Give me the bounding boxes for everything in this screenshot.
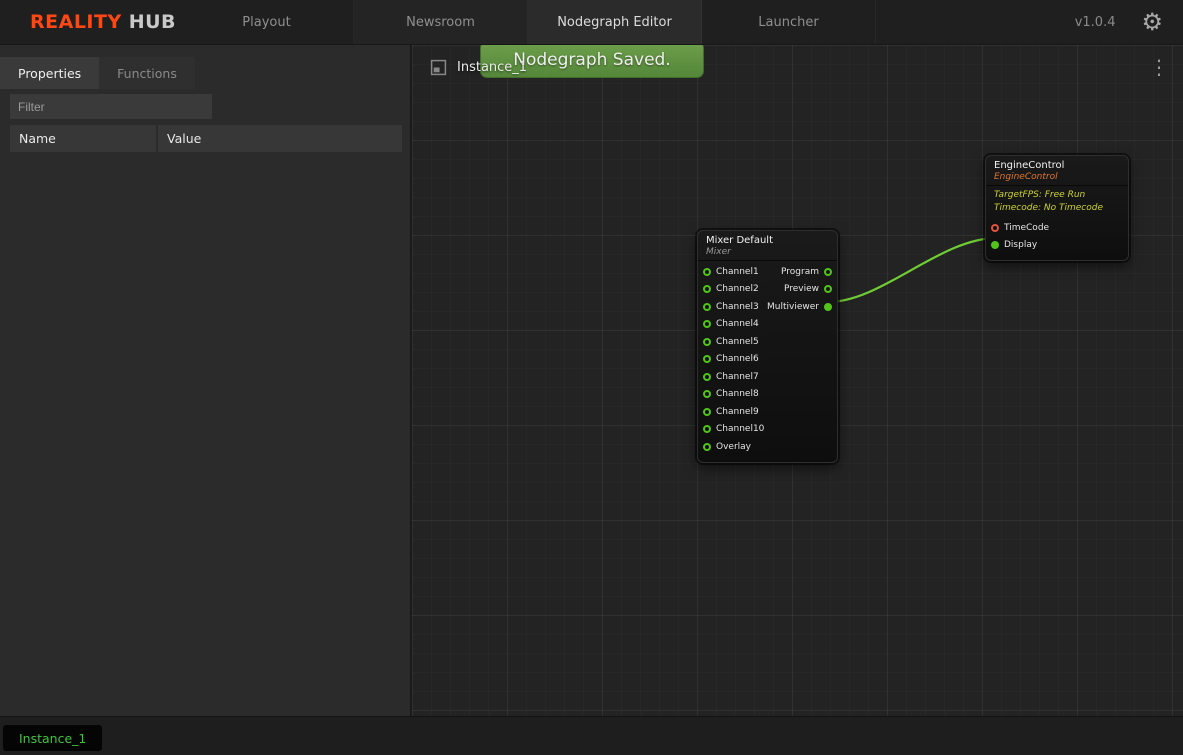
output-pin-preview[interactable] [824, 285, 832, 294]
tab-nodegraph-editor[interactable]: Nodegraph Editor [528, 0, 702, 44]
node-header[interactable]: EngineControl EngineControl [986, 156, 1128, 186]
sidebar-tabs: Properties Functions [0, 45, 410, 89]
node-info: TargetFPS: Free Run Timecode: No Timecod… [986, 186, 1128, 217]
canvas-header: Instance_1 [430, 59, 527, 76]
pin-label: Channel6 [716, 354, 759, 365]
topbar: REALITY HUB Playout Newsroom Nodegraph E… [0, 0, 1183, 45]
tab-properties[interactable]: Properties [0, 57, 100, 89]
pin-label: TimeCode [1004, 222, 1050, 233]
wire-multiviewer-to-display[interactable] [827, 236, 998, 304]
main-nav: Playout Newsroom Nodegraph Editor Launch… [180, 0, 876, 44]
pin-label: Program [781, 266, 819, 277]
input-pin-channel9[interactable] [703, 407, 711, 416]
mixer-outputs: Program Preview Multiviewer [698, 263, 837, 316]
column-header-name[interactable]: Name [10, 125, 156, 152]
tab-functions[interactable]: Functions [99, 57, 195, 89]
tab-playout[interactable]: Playout [180, 0, 354, 44]
pin-label: Display [1004, 240, 1038, 251]
logo-hub: HUB [128, 11, 177, 33]
pin-label: Preview [783, 284, 819, 295]
app-root: REALITY HUB Playout Newsroom Nodegraph E… [0, 0, 1183, 755]
tab-launcher[interactable]: Launcher [702, 0, 876, 44]
pin-label: Overlay [716, 441, 751, 452]
node-body: Channel1 Channel2 Channel3 Channel4 Chan… [698, 261, 837, 462]
input-pin-channel10[interactable] [703, 425, 711, 434]
input-pin-overlay[interactable] [703, 442, 711, 451]
filter-input[interactable] [10, 94, 212, 119]
pin-label: Channel9 [716, 406, 759, 417]
content-area: Properties Functions Name Value Instance… [0, 45, 1183, 716]
node-title: Mixer Default [706, 235, 773, 246]
input-pin-channel8[interactable] [703, 390, 711, 399]
input-pin-channel6[interactable] [703, 355, 711, 364]
pin-label: Channel10 [716, 424, 765, 435]
node-engine-control[interactable]: EngineControl EngineControl TargetFPS: F… [985, 155, 1129, 261]
output-pin-program[interactable] [824, 267, 832, 276]
app-logo: REALITY HUB [0, 0, 180, 44]
input-pin-channel5[interactable] [703, 337, 711, 346]
logo-reality: REALITY [30, 11, 122, 33]
node-mixer-default[interactable]: Mixer Default Mixer Channel1 Channel2 Ch… [697, 230, 838, 463]
input-pin-channel4[interactable] [703, 320, 711, 329]
node-title: EngineControl [994, 160, 1065, 171]
info-timecode: Timecode: No Timecode [994, 203, 1104, 213]
instance-tab[interactable]: Instance_1 [3, 725, 103, 751]
properties-table-body [0, 152, 410, 652]
pin-label: Channel5 [716, 336, 759, 347]
topbar-right: v1.0.4 ⚙ [1075, 0, 1183, 44]
fit-view-icon[interactable] [430, 59, 447, 76]
input-pin-timecode[interactable] [991, 223, 999, 232]
statusbar: Instance_1 [0, 716, 1183, 755]
canvas-instance-label: Instance_1 [457, 60, 528, 75]
tab-newsroom[interactable]: Newsroom [354, 0, 528, 44]
output-pin-multiviewer[interactable] [824, 302, 832, 311]
pin-label: Multiviewer [767, 301, 819, 312]
nodegraph-canvas[interactable]: Instance_1 Nodegraph Saved. ⋮ Mixer Defa… [412, 45, 1183, 716]
pin-label: Channel8 [716, 389, 759, 400]
input-pin-display[interactable] [991, 241, 999, 250]
column-header-value[interactable]: Value [158, 125, 402, 152]
version-label: v1.0.4 [1074, 14, 1116, 30]
canvas-menu-icon[interactable]: ⋮ [1149, 57, 1169, 77]
input-pin-channel7[interactable] [703, 372, 711, 381]
info-target-fps: TargetFPS: Free Run [994, 190, 1086, 200]
node-body: TimeCode Display [986, 217, 1128, 260]
properties-table-header: Name Value [10, 125, 402, 152]
gear-icon[interactable]: ⚙ [1141, 10, 1163, 34]
properties-sidebar: Properties Functions Name Value [0, 45, 412, 716]
node-subtitle: EngineControl [994, 172, 1058, 182]
pin-label: Channel7 [716, 371, 759, 382]
node-header[interactable]: Mixer Default Mixer [698, 231, 837, 261]
pin-label: Channel4 [716, 319, 759, 330]
node-subtitle: Mixer [706, 247, 731, 257]
